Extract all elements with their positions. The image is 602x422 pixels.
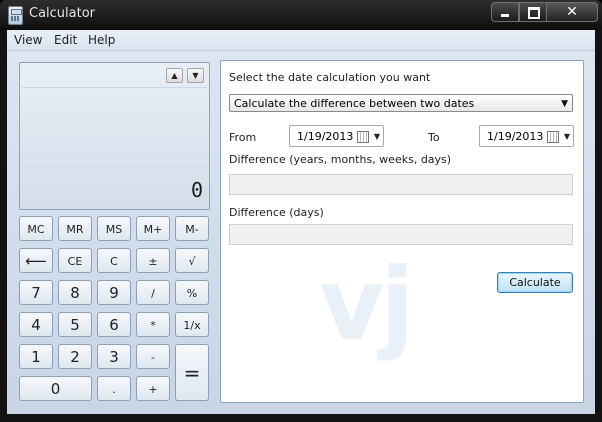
from-label: From [229,131,257,144]
difference-ymwd-output [229,174,573,195]
calculation-mode-value: Calculate the difference between two dat… [234,97,475,110]
maximize-icon [528,7,540,19]
add-button[interactable]: + [136,376,170,401]
display-divider [22,161,207,162]
digit-2-button[interactable]: 2 [58,344,92,369]
equals-button[interactable]: = [175,344,209,401]
title-bar[interactable]: Calculator ✕ [0,0,602,30]
clear-entry-button[interactable]: CE [58,248,92,273]
digit-9-button[interactable]: 9 [97,280,131,305]
memory-subtract-button[interactable]: M- [175,216,209,241]
to-label: To [428,131,440,144]
decimal-button[interactable]: . [97,376,131,401]
menu-help[interactable]: Help [88,33,115,47]
triangle-down-icon: ▼ [192,71,199,80]
maximize-button[interactable] [519,2,547,22]
reciprocal-button[interactable]: 1/x [175,312,209,337]
history-down-button[interactable]: ▼ [187,68,204,83]
calculate-button[interactable]: Calculate [497,272,573,293]
memory-store-button[interactable]: MS [97,216,131,241]
memory-add-button[interactable]: M+ [136,216,170,241]
memory-clear-button[interactable]: MC [19,216,53,241]
calculator-display: ▲ ▼ 0 [19,62,210,210]
to-date-value: 1/19/2013 [487,130,544,143]
display-value: 0 [190,178,203,202]
calculation-mode-dropdown[interactable]: Calculate the difference between two dat… [229,94,573,112]
calendar-icon [547,131,559,143]
digit-3-button[interactable]: 3 [97,344,131,369]
backspace-button[interactable]: ⟵ [19,248,53,273]
difference-ymwd-label: Difference (years, months, weeks, days) [229,153,452,166]
digit-7-button[interactable]: 7 [19,280,53,305]
date-calculation-panel: vj Select the date calculation you want … [220,60,584,403]
menu-edit[interactable]: Edit [54,33,77,47]
window-title: Calculator [29,6,96,21]
close-icon: ✕ [566,4,578,20]
multiply-button[interactable]: * [136,312,170,337]
digit-8-button[interactable]: 8 [58,280,92,305]
digit-1-button[interactable]: 1 [19,344,53,369]
close-button[interactable]: ✕ [546,2,598,22]
digit-4-button[interactable]: 4 [19,312,53,337]
watermark: vj [319,246,414,363]
digit-6-button[interactable]: 6 [97,312,131,337]
difference-days-label: Difference (days) [229,206,324,219]
triangle-up-icon: ▲ [171,71,178,80]
memory-recall-button[interactable]: MR [58,216,92,241]
minimize-icon [501,14,509,17]
client-area: View Edit Help ▲ ▼ 0 MC MR MS M+ M- ⟵ CE… [7,30,595,414]
percent-button[interactable]: % [175,280,209,305]
negate-button[interactable]: ± [136,248,170,273]
menu-view[interactable]: View [14,33,42,47]
from-date-value: 1/19/2013 [297,130,354,143]
dropdown-arrow-icon: ▼ [563,132,570,141]
display-divider [22,87,207,88]
dropdown-arrow-icon: ▼ [373,132,380,141]
calendar-icon [357,131,369,143]
sqrt-button[interactable]: √ [175,248,209,273]
clear-button[interactable]: C [97,248,131,273]
dropdown-arrow-icon: ▼ [561,99,568,109]
calculator-window: Calculator ✕ View Edit Help ▲ ▼ 0 MC MR … [0,0,602,422]
calculator-app-icon [8,6,23,25]
divide-button[interactable]: / [136,280,170,305]
digit-5-button[interactable]: 5 [58,312,92,337]
history-up-button[interactable]: ▲ [166,68,183,83]
digit-0-button[interactable]: 0 [19,376,92,401]
subtract-button[interactable]: - [136,344,170,369]
menu-bar: View Edit Help [7,30,595,51]
calc-type-prompt: Select the date calculation you want [229,71,431,84]
to-date-picker[interactable]: 1/19/2013 ▼ [479,125,574,147]
from-date-picker[interactable]: 1/19/2013 ▼ [289,125,384,147]
difference-days-output [229,224,573,245]
minimize-button[interactable] [491,2,519,22]
